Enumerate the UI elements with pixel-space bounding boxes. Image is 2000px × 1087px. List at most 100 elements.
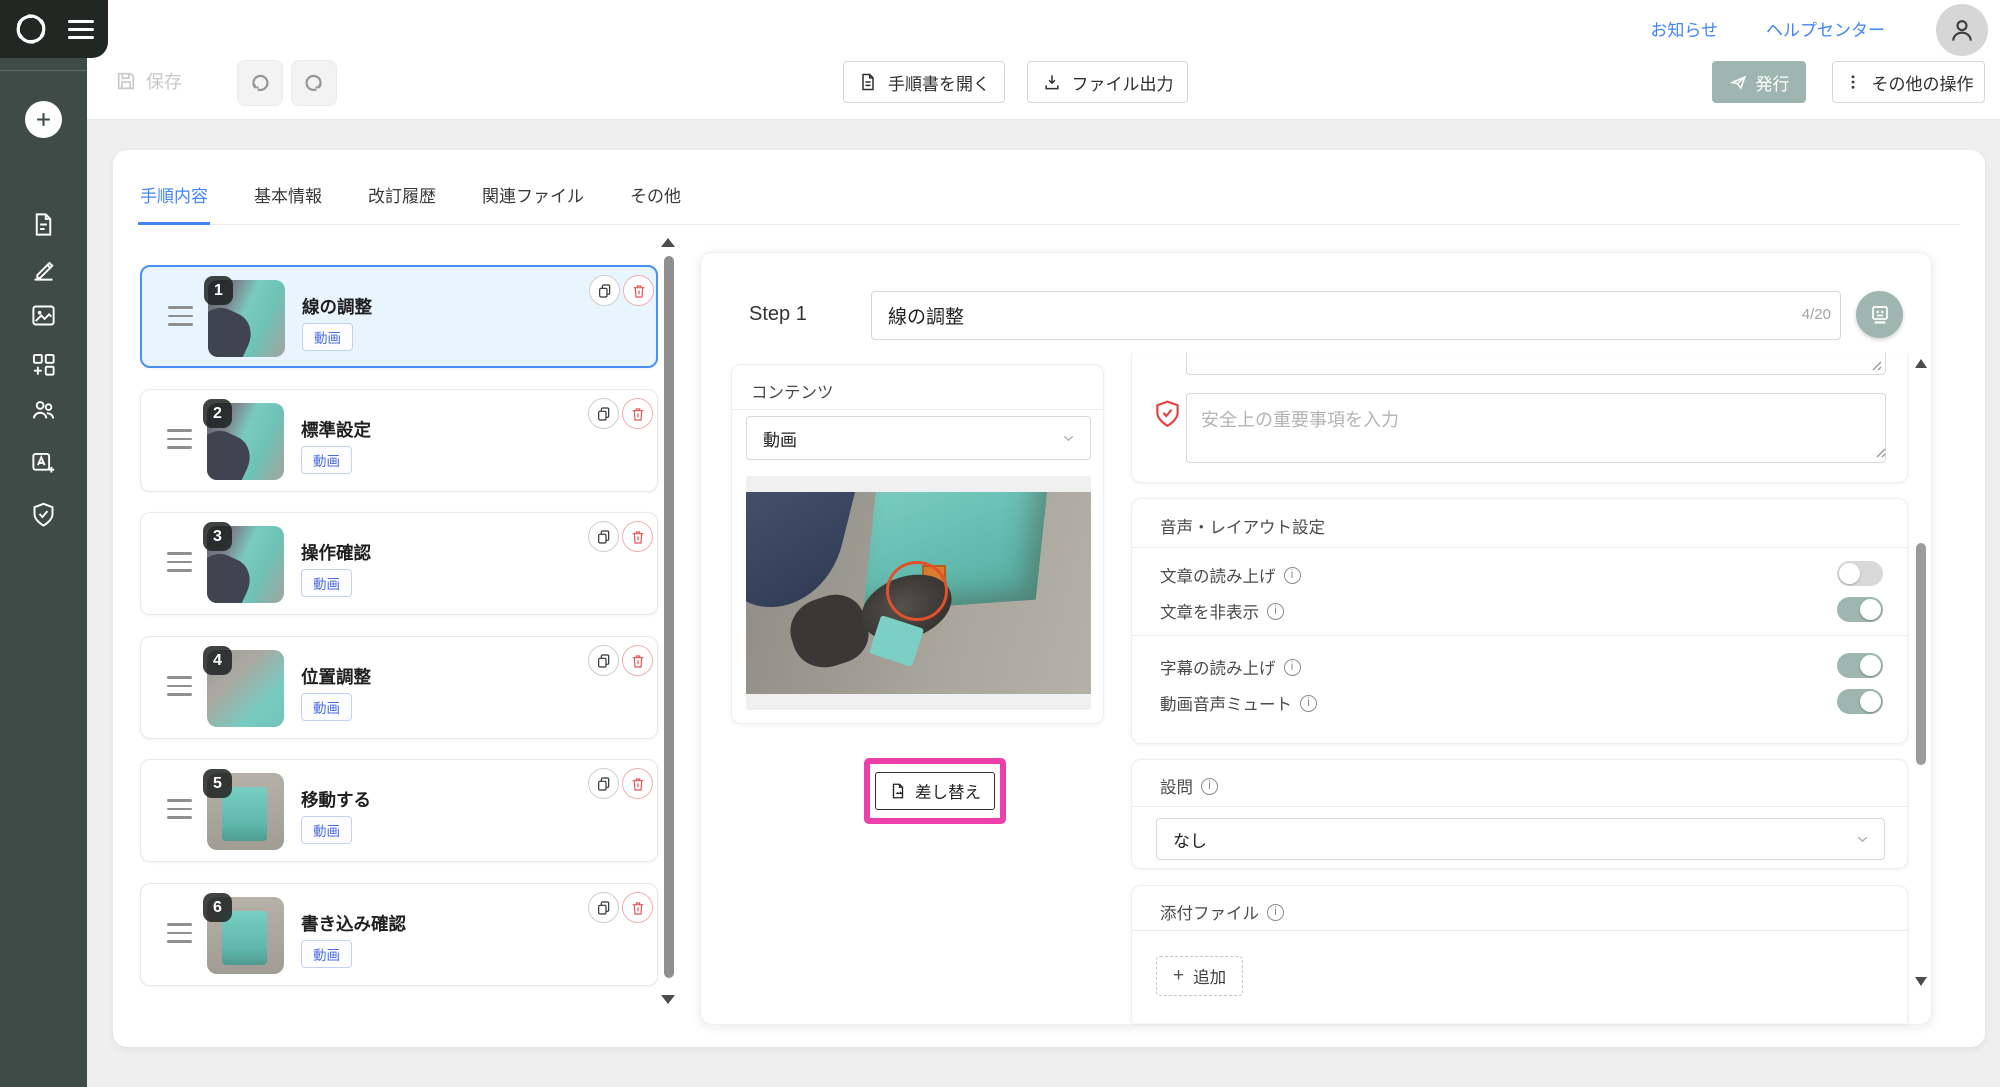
open-manual-button[interactable]: 手順書を開く: [843, 61, 1005, 103]
toggle-text-readaloud[interactable]: [1837, 561, 1883, 586]
question-header: 設問: [1160, 774, 1218, 798]
more-actions-button[interactable]: その他の操作: [1832, 61, 1985, 103]
toggle-hide-text[interactable]: [1837, 597, 1883, 622]
duplicate-step-button[interactable]: [588, 521, 619, 552]
translate-icon: [32, 452, 55, 473]
publish-button[interactable]: 発行: [1712, 61, 1806, 103]
manual-editor-card: 手順内容 基本情報 改訂履歴 関連ファイル その他 1 線の調整 動画 2 標準…: [113, 150, 1985, 1047]
document-icon: [862, 73, 874, 91]
drag-handle-icon[interactable]: [167, 552, 192, 572]
chevron-down-icon: [1857, 836, 1868, 843]
help-center-link[interactable]: ヘルプセンター: [1766, 16, 1885, 41]
info-icon[interactable]: [1267, 903, 1284, 921]
sidebar-item-dashboard[interactable]: [30, 351, 57, 378]
user-avatar[interactable]: [1936, 4, 1988, 56]
duplicate-step-button[interactable]: [588, 398, 619, 429]
sidebar-item-users[interactable]: [30, 397, 57, 424]
drag-handle-icon[interactable]: [167, 923, 192, 943]
audio-layout-panel: 音声・レイアウト設定 文章の読み上げ 文章を非表示 字幕の読み上げ 動画音声ミュ…: [1131, 498, 1908, 744]
list-scrollbar[interactable]: [664, 256, 674, 978]
list-scroll-down[interactable]: [661, 995, 675, 1004]
sidebar-item-approval[interactable]: [30, 501, 57, 528]
redo-button[interactable]: [291, 60, 337, 106]
image-file-icon: [892, 783, 904, 799]
step-title-input[interactable]: [871, 291, 1841, 340]
duplicate-step-button[interactable]: [588, 768, 619, 799]
video-preview[interactable]: 差し替え: [746, 476, 1091, 824]
delete-step-button[interactable]: [622, 521, 653, 552]
step-label: Step 1: [749, 303, 807, 325]
send-icon: [1729, 75, 1746, 90]
sidebar-item-media[interactable]: [30, 302, 57, 329]
delete-step-button[interactable]: [622, 398, 653, 429]
sidebar-item-manuals[interactable]: [30, 211, 57, 238]
copy-icon: [597, 529, 609, 544]
monitor-icon: [1871, 305, 1888, 324]
step-list-item[interactable]: 1 線の調整 動画: [140, 265, 658, 368]
file-export-button[interactable]: ファイル出力: [1027, 61, 1188, 103]
step-list-item[interactable]: 5 移動する 動画: [140, 759, 658, 862]
step-title: 線の調整: [302, 297, 372, 317]
tab-related-files[interactable]: 関連ファイル: [480, 174, 586, 224]
drag-handle-icon[interactable]: [167, 676, 192, 696]
info-icon[interactable]: [1283, 658, 1301, 676]
step-list-item[interactable]: 3 操作確認 動画: [140, 512, 658, 615]
duplicate-step-button[interactable]: [589, 275, 620, 306]
undo-icon: [252, 74, 269, 91]
resize-handle-icon[interactable]: [1870, 359, 1882, 371]
add-attachment-button[interactable]: 追加: [1156, 956, 1244, 996]
content-header: コンテンツ: [751, 384, 834, 402]
content-panel: コンテンツ 動画 差し替え: [731, 364, 1104, 824]
content-type-badge: 動画: [302, 323, 353, 351]
step-list-item[interactable]: 4 位置調整 動画: [140, 636, 658, 739]
download-icon: [1044, 75, 1059, 90]
editor-scroll-up[interactable]: [1915, 359, 1927, 368]
tab-bar: 手順内容 基本情報 改訂履歴 関連ファイル その他: [138, 174, 1960, 225]
create-new-button[interactable]: [25, 101, 62, 138]
delete-step-button[interactable]: [622, 892, 653, 923]
drag-handle-icon[interactable]: [167, 429, 192, 449]
list-scroll-up[interactable]: [661, 238, 675, 247]
step-list-item[interactable]: 6 書き込み確認 動画: [140, 883, 658, 986]
tab-revision-history[interactable]: 改訂履歴: [366, 174, 438, 224]
sidebar-item-translate[interactable]: [30, 450, 57, 477]
step-list-item[interactable]: 2 標準設定 動画: [140, 389, 658, 492]
undo-button[interactable]: [237, 60, 283, 106]
editor-scroll-down[interactable]: [1915, 977, 1927, 986]
replace-media-button[interactable]: 差し替え: [875, 772, 995, 810]
content-type-select[interactable]: 動画: [746, 416, 1091, 460]
copy-icon: [597, 406, 609, 421]
delete-step-button[interactable]: [622, 768, 653, 799]
duplicate-step-button[interactable]: [588, 892, 619, 923]
toggle-subtitle-readaloud[interactable]: [1837, 653, 1883, 678]
info-icon[interactable]: [1300, 694, 1317, 712]
hamburger-menu-button[interactable]: [68, 16, 94, 42]
safety-note-input[interactable]: [1186, 393, 1886, 463]
swirl-logo[interactable]: [11, 9, 51, 49]
trash-icon: [632, 901, 643, 915]
news-link[interactable]: お知らせ: [1650, 16, 1718, 41]
content-type-badge: 動画: [301, 446, 352, 474]
copy-icon: [597, 653, 609, 668]
tab-others[interactable]: その他: [628, 174, 683, 224]
drag-handle-icon[interactable]: [167, 799, 192, 819]
step-editor-panel: Step 1 4/20 コンテンツ 動画: [700, 252, 1932, 1025]
question-select[interactable]: なし: [1156, 818, 1885, 860]
drag-handle-icon[interactable]: [168, 306, 193, 326]
delete-step-button[interactable]: [623, 275, 654, 306]
preview-button[interactable]: [1856, 291, 1903, 338]
duplicate-step-button[interactable]: [588, 645, 619, 676]
step-title: 操作確認: [301, 543, 371, 563]
sidebar-item-edit[interactable]: [30, 256, 57, 283]
description-textarea[interactable]: [1186, 352, 1886, 375]
save-button[interactable]: 保存: [115, 68, 182, 94]
delete-step-button[interactable]: [622, 645, 653, 676]
info-icon[interactable]: [1201, 777, 1218, 795]
toggle-video-mute[interactable]: [1837, 689, 1883, 714]
editor-scrollbar[interactable]: [1916, 543, 1926, 765]
resize-handle-icon[interactable]: [1874, 446, 1886, 458]
info-icon[interactable]: [1283, 566, 1301, 584]
tab-basic-info[interactable]: 基本情報: [252, 174, 324, 224]
tab-step-content[interactable]: 手順内容: [138, 174, 210, 225]
info-icon[interactable]: [1267, 602, 1284, 620]
